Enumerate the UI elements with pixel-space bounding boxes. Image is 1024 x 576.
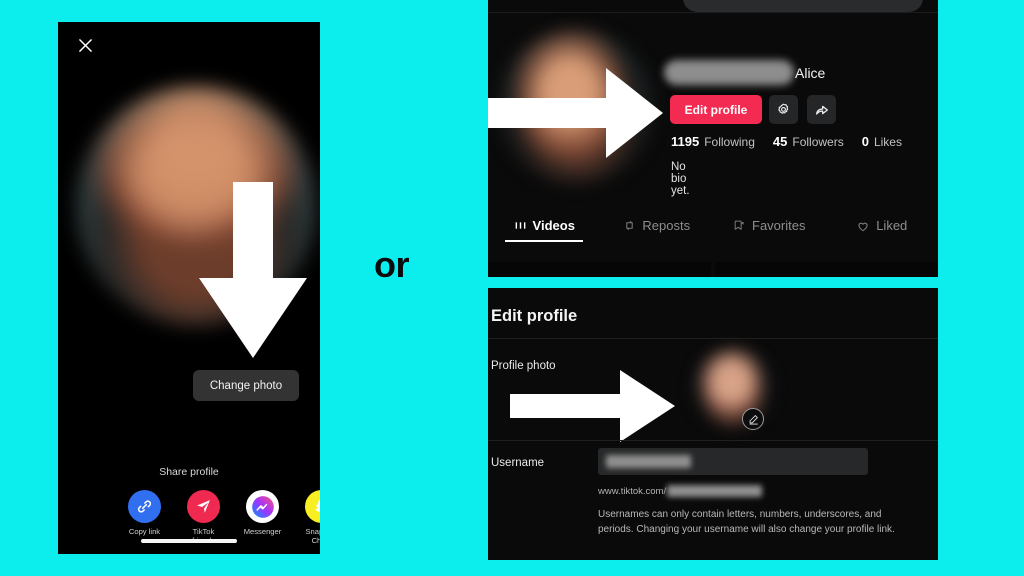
stat-label: Followers [792, 135, 844, 149]
tab-label: Liked [876, 218, 908, 233]
divider [488, 338, 938, 339]
share-option-label: Messenger [243, 527, 282, 536]
share-arrow-icon [815, 105, 828, 115]
profile-stats-row: 1195 Following 45 Followers 0 Likes [671, 134, 902, 149]
video-thumbnail[interactable] [715, 262, 938, 277]
link-icon [128, 490, 161, 523]
search-pill[interactable] [683, 0, 923, 12]
profile-screen-panel: Alice Edit profile 1195 Following 45 Fol… [488, 0, 938, 277]
stat-followers[interactable]: 45 Followers [773, 134, 844, 149]
stat-likes[interactable]: 0 Likes [862, 134, 902, 149]
share-option-label: Copy link [128, 527, 161, 536]
share-option-snapchat-chats[interactable]: Snapchat Chats [299, 490, 320, 552]
tab-label: Reposts [642, 218, 691, 233]
tab-videos[interactable]: Videos [488, 218, 601, 242]
heart-icon [858, 222, 868, 231]
username-input[interactable] [598, 448, 868, 475]
profile-tabs: Videos Reposts Favorites Liked [488, 218, 938, 242]
video-thumbnail-row [488, 262, 938, 277]
profile-url-row: www.tiktok.com/ [598, 485, 763, 497]
edit-profile-label: Edit profile [684, 102, 748, 117]
phone-screen-panel: Change photo Share profile Copy link Tik… [58, 22, 320, 554]
messenger-icon [246, 490, 279, 523]
close-icon[interactable] [72, 32, 98, 58]
panel-divider [488, 12, 938, 13]
down-arrow-annotation [199, 182, 307, 358]
edit-profile-title: Edit profile [491, 307, 578, 325]
username-value-redaction [606, 455, 691, 468]
right-arrow-annotation-profile [488, 68, 663, 158]
change-photo-button[interactable]: Change photo [193, 370, 299, 401]
ghost-icon [305, 490, 320, 523]
stat-following[interactable]: 1195 Following [671, 134, 755, 149]
display-name: Alice [795, 65, 826, 81]
tab-reposts[interactable]: Reposts [601, 218, 714, 242]
stat-value: 45 [772, 134, 788, 149]
stat-value: 1195 [671, 134, 700, 149]
profile-url-prefix: www.tiktok.com/ [598, 485, 667, 497]
username-label: Username [491, 457, 545, 469]
share-profile-button[interactable] [807, 95, 836, 124]
send-icon [187, 490, 220, 523]
stat-label: Following [704, 135, 755, 149]
gear-icon [778, 103, 789, 114]
bookmark-icon [734, 220, 744, 230]
divider [488, 440, 938, 441]
tab-label: Favorites [752, 218, 806, 233]
change-photo-label: Change photo [209, 379, 283, 392]
video-thumbnail[interactable] [488, 262, 711, 277]
tab-label: Videos [532, 218, 575, 233]
share-option-messenger[interactable]: Messenger [240, 490, 285, 552]
profile-url-redaction [667, 485, 763, 497]
share-option-label: Snapchat Chats [305, 527, 320, 545]
tab-favorites[interactable]: Favorites [713, 218, 826, 242]
username-redaction [664, 60, 794, 85]
or-separator-label: or [374, 244, 410, 285]
grid-icon [515, 222, 525, 229]
repost-icon [626, 220, 634, 231]
settings-button[interactable] [769, 95, 798, 124]
username-hint-text: Usernames can only contain letters, numb… [598, 509, 895, 535]
home-indicator [141, 539, 237, 543]
stat-label: Likes [873, 135, 902, 149]
edit-profile-panel: Edit profile Profile photo Username www.… [488, 288, 938, 560]
stat-value: 0 [861, 134, 869, 149]
edit-profile-button[interactable]: Edit profile [670, 95, 762, 124]
pencil-icon[interactable] [742, 408, 764, 430]
profile-bio: No bio yet. [671, 161, 690, 197]
share-profile-heading: Share profile [159, 466, 219, 478]
tab-liked[interactable]: Liked [826, 218, 939, 242]
right-arrow-annotation-edit [510, 370, 675, 442]
